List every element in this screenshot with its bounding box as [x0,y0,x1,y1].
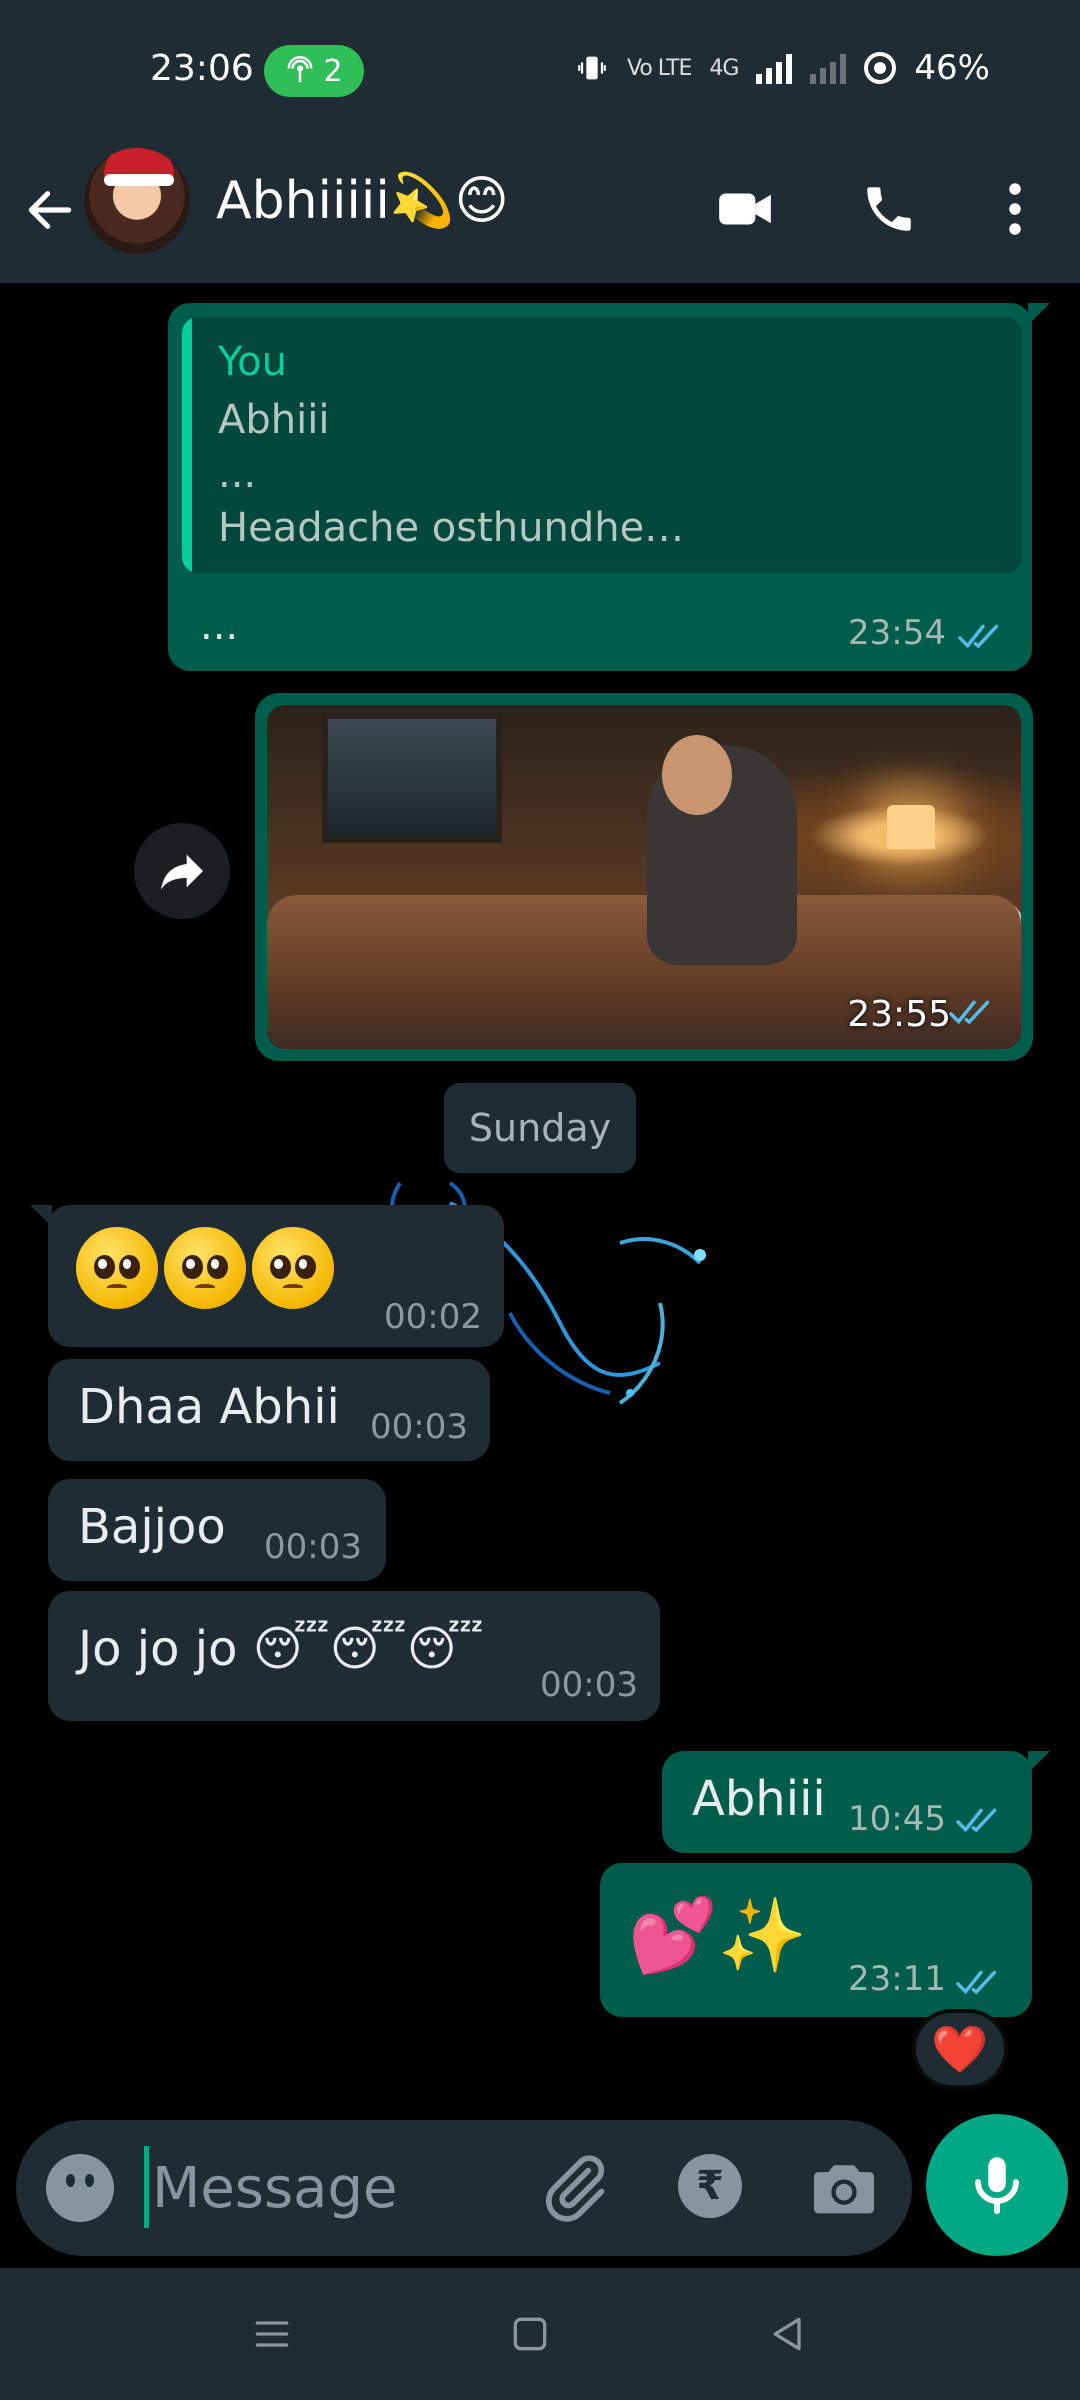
heart-reaction[interactable]: ❤️ [912,2009,1008,2089]
message-time: 23:55 [847,994,951,1035]
message-composer: ₹ [16,2120,912,2256]
triangle-back-icon [773,2317,801,2351]
microphone-icon [975,2157,1019,2215]
paperclip-icon [545,2155,605,2222]
quoted-line: Abhiii [218,397,330,443]
hotspot-icon [287,56,313,83]
more-vertical-icon [1009,183,1021,235]
message-text: Bajjoo [78,1499,226,1555]
text-cursor [144,2146,149,2228]
home-button[interactable] [500,2304,560,2364]
message-text: ... [200,603,239,649]
message-time: 00:02 [384,1297,482,1337]
recents-button[interactable] [242,2304,302,2364]
volte-label: Vo LTE [627,55,692,81]
incoming-message-bubble[interactable]: Jo jo jo 😴😴😴 00:03 [48,1591,660,1721]
double-check-icon [958,624,999,649]
video-call-button[interactable] [710,174,780,244]
incoming-message-bubble[interactable]: 00:02 [30,1205,504,1347]
quoted-line: Headache osthundhe… [218,505,685,551]
message-time: 00:03 [264,1527,362,1567]
message-text: 💕✨ [628,1893,808,1977]
rupee-icon: ₹ [696,2163,724,2209]
outgoing-message-bubble[interactable]: Abhiii 10:45 [662,1751,1050,1853]
message-time: 00:03 [370,1407,468,1447]
double-check-icon [956,1970,997,1995]
message-time: 10:45 [848,1799,946,1839]
back-nav-button[interactable] [758,2304,818,2364]
image-message-bubble[interactable]: 23:55 [255,693,1033,1061]
message-time: 00:03 [540,1665,638,1705]
camera-icon [813,2165,875,2214]
message-text: Jo jo jo 😴😴😴 [78,1621,484,1677]
outgoing-message-bubble[interactable]: 💕✨ 23:11 [600,1863,1032,2017]
battery-percent: 46% [914,48,990,88]
date-separator: Sunday [444,1083,636,1173]
message-time: 23:11 [848,1959,946,1999]
hotspot-badge: 2 [264,45,364,97]
incoming-message-bubble[interactable]: Dhaa Abhii 00:03 [48,1359,490,1461]
emoji-button[interactable] [46,2154,130,2242]
arrow-left-icon [28,191,72,229]
chat-area[interactable]: You Abhiii ... Headache osthundhe… ... 2… [0,283,1080,2113]
back-button[interactable] [22,170,82,250]
vibrate-icon [578,56,606,80]
quoted-line: ... [218,451,257,497]
voice-call-button[interactable] [854,174,924,244]
image-thumbnail[interactable]: 23:55 [267,705,1021,1049]
contact-avatar[interactable] [84,148,190,254]
pleading-face-emoji [164,1227,246,1309]
contact-name[interactable]: Abhiiiii💫😊 [216,170,509,231]
camera-button[interactable] [806,2150,882,2226]
attach-button[interactable] [536,2150,612,2226]
menu-lines-icon [255,2321,289,2347]
quoted-author: You [218,339,287,385]
status-time: 23:06 [150,48,254,89]
quoted-reply[interactable]: You Abhiii ... Headache osthundhe… [182,317,1022,573]
network-type-label: 4G [709,55,739,81]
forward-button[interactable] [134,823,230,919]
message-text: Abhiii [692,1771,826,1827]
voice-message-button[interactable] [926,2114,1068,2256]
payment-button[interactable]: ₹ [678,2154,742,2218]
incoming-message-bubble[interactable]: Bajjoo 00:03 [48,1479,386,1581]
battery-icon [864,52,897,84]
message-text: Dhaa Abhii [78,1379,340,1435]
hotspot-count: 2 [323,53,343,89]
emoji-row [76,1227,334,1309]
forward-arrow-icon [161,854,203,890]
status-bar: 23:06 2 Vo LTE 4G 46% [0,0,1080,140]
double-check-icon [949,1000,990,1025]
chat-header: Abhiiiii💫😊 [0,140,1080,283]
message-time: 23:54 [848,613,946,653]
video-camera-icon [719,193,771,225]
message-input[interactable] [152,2140,512,2236]
status-right: Vo LTE 4G 46% [575,48,990,88]
double-check-icon [956,1808,997,1833]
pleading-face-emoji [252,1227,334,1309]
smiley-icon [90,2226,130,2242]
pleading-face-emoji [76,1227,158,1309]
square-icon [513,2317,547,2351]
quoted-message-bubble[interactable]: You Abhiii ... Headache osthundhe… ... 2… [168,303,1050,671]
phone-icon [867,187,911,231]
signal-strength-icon [756,52,793,84]
more-options-button[interactable] [980,174,1050,244]
system-nav-bar [0,2268,1080,2400]
signal-sim2-icon [810,52,847,84]
